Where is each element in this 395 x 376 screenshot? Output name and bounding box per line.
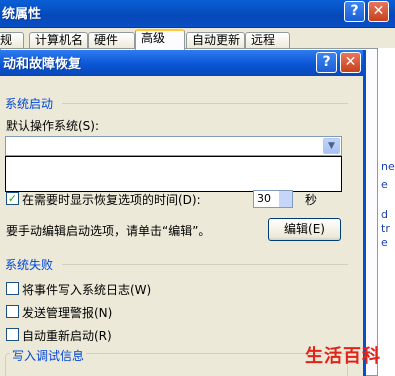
recovery-time-unit: 秒 [305, 193, 318, 207]
system-startup-group-label: 系统启动 [5, 97, 54, 111]
default-os-combobox[interactable]: ▼ [5, 136, 342, 156]
tab-label: 计算机名 [35, 33, 84, 47]
chevron-down-icon[interactable]: ▼ [323, 138, 340, 154]
background-fragment: e [381, 178, 388, 191]
show-recovery-label: 在需要时显示恢复选项的时间(D): [22, 193, 201, 207]
watermark-logo: 生活百科 [305, 346, 381, 367]
dialog-titlebar: 动和故障恢复 ? ✕ [0, 50, 363, 76]
background-fragment: d [381, 208, 388, 221]
tab-label: 高级 [141, 31, 166, 45]
tab-label: 远程 [251, 33, 276, 47]
tab-hardware[interactable]: 硬件 [88, 32, 135, 49]
send-admin-alert-label: 发送管理警报(N) [22, 306, 113, 320]
auto-restart-checkbox[interactable] [6, 328, 19, 341]
group-divider [62, 264, 348, 265]
tab-computer-name[interactable]: 计算机名 [29, 32, 88, 49]
tab-automatic-updates[interactable]: 自动更新 [186, 32, 245, 49]
edit-hint-text: 要手动编辑启动选项，请单击“编辑”。 [6, 224, 211, 238]
close-icon[interactable]: ✕ [368, 1, 389, 22]
auto-restart-label: 自动重新启动(R) [22, 329, 112, 343]
startup-recovery-dialog: 动和故障恢复 ? ✕ 系统启动 默认操作系统(S): ▼ ✓ 在需要时显示恢复选… [0, 50, 366, 376]
write-event-log-checkbox[interactable] [6, 282, 19, 295]
tab-label: 规 [0, 33, 13, 47]
default-os-label: 默认操作系统(S): [6, 119, 100, 133]
edit-button[interactable]: 编辑(E) [268, 218, 341, 241]
tab-remote[interactable]: 远程 [245, 32, 290, 49]
recovery-time-spinner[interactable]: 30 [253, 190, 293, 208]
dialog-title: 动和故障恢复 [3, 57, 82, 72]
close-icon[interactable]: ✕ [340, 52, 361, 73]
background-fragment: tr [381, 222, 390, 235]
help-icon[interactable]: ? [344, 1, 365, 22]
spinner-buttons[interactable] [279, 191, 292, 207]
write-event-log-label: 将事件写入系统日志(W) [22, 283, 152, 297]
debug-info-group-label: 写入调试信息 [10, 347, 87, 364]
tab-advanced[interactable]: 高级 [135, 29, 185, 50]
help-icon[interactable]: ? [316, 52, 337, 73]
recovery-time-value: 30 [257, 192, 271, 205]
background-window-title: 统属性 [2, 7, 42, 22]
default-os-dropdown-list[interactable] [5, 156, 342, 192]
tab-general[interactable]: 规 [0, 32, 24, 49]
send-admin-alert-checkbox[interactable] [6, 305, 19, 318]
show-recovery-checkbox[interactable]: ✓ [6, 192, 19, 205]
background-fragment: ne [381, 160, 395, 173]
background-window-titlebar: 统属性 ? ✕ [0, 0, 395, 28]
background-fragment: e [381, 236, 388, 249]
group-divider [62, 103, 348, 104]
system-failure-group-label: 系统失败 [5, 258, 54, 272]
tab-label: 硬件 [94, 33, 119, 47]
tab-label: 自动更新 [192, 33, 241, 47]
